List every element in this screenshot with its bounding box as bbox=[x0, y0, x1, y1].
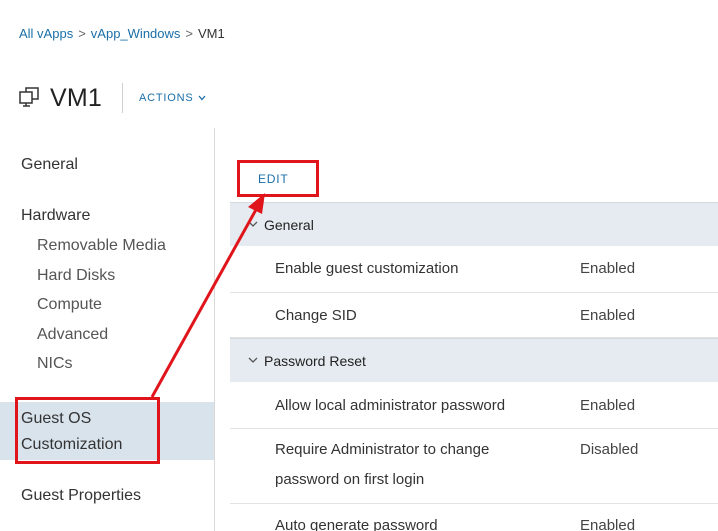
annotation-arrow-icon bbox=[150, 193, 265, 398]
